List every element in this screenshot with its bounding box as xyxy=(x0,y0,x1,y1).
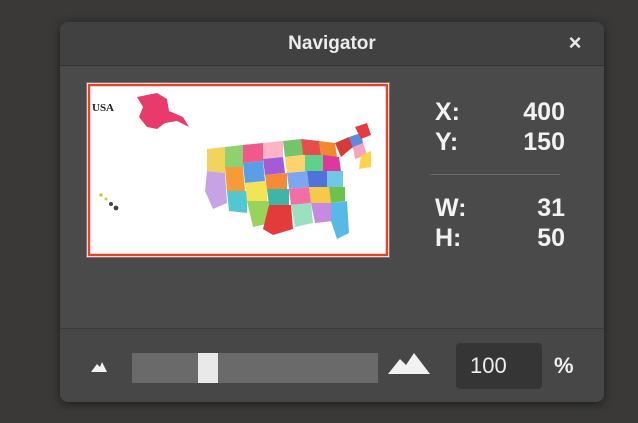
navigator-thumbnail[interactable]: USA xyxy=(86,82,390,258)
zoom-out-icon[interactable] xyxy=(90,359,108,373)
w-value: 31 xyxy=(537,194,565,222)
title-bar[interactable]: Navigator × xyxy=(60,22,604,66)
h-readout: H: 50 xyxy=(435,224,565,252)
y-label: Y: xyxy=(435,128,459,156)
map-caption: USA xyxy=(92,102,114,114)
h-label: H: xyxy=(435,224,462,252)
alaska-shape xyxy=(137,93,189,129)
readout-divider xyxy=(430,174,560,175)
navigator-panel: Navigator × USA X: 400 Y: 150 W: 31 H: 5… xyxy=(60,22,604,402)
zoom-slider-handle[interactable] xyxy=(198,353,218,383)
zoom-bar: 100 % xyxy=(60,328,604,402)
zoom-slider[interactable] xyxy=(132,353,378,383)
y-value: 150 xyxy=(523,128,565,156)
w-label: W: xyxy=(435,194,467,222)
w-readout: W: 31 xyxy=(435,194,565,222)
x-readout: X: 400 xyxy=(435,98,565,126)
percent-unit-label: % xyxy=(554,353,574,378)
x-value: 400 xyxy=(523,98,565,126)
panel-title: Navigator xyxy=(288,33,376,54)
zoom-percent-input[interactable]: 100 xyxy=(456,343,542,389)
h-value: 50 xyxy=(537,224,565,252)
zoom-in-icon[interactable] xyxy=(386,351,432,375)
usa-map-thumbnail: USA xyxy=(87,83,389,257)
y-readout: Y: 150 xyxy=(435,128,565,156)
close-icon[interactable]: × xyxy=(564,32,586,54)
contiguous-states xyxy=(205,123,371,239)
x-label: X: xyxy=(435,98,460,126)
